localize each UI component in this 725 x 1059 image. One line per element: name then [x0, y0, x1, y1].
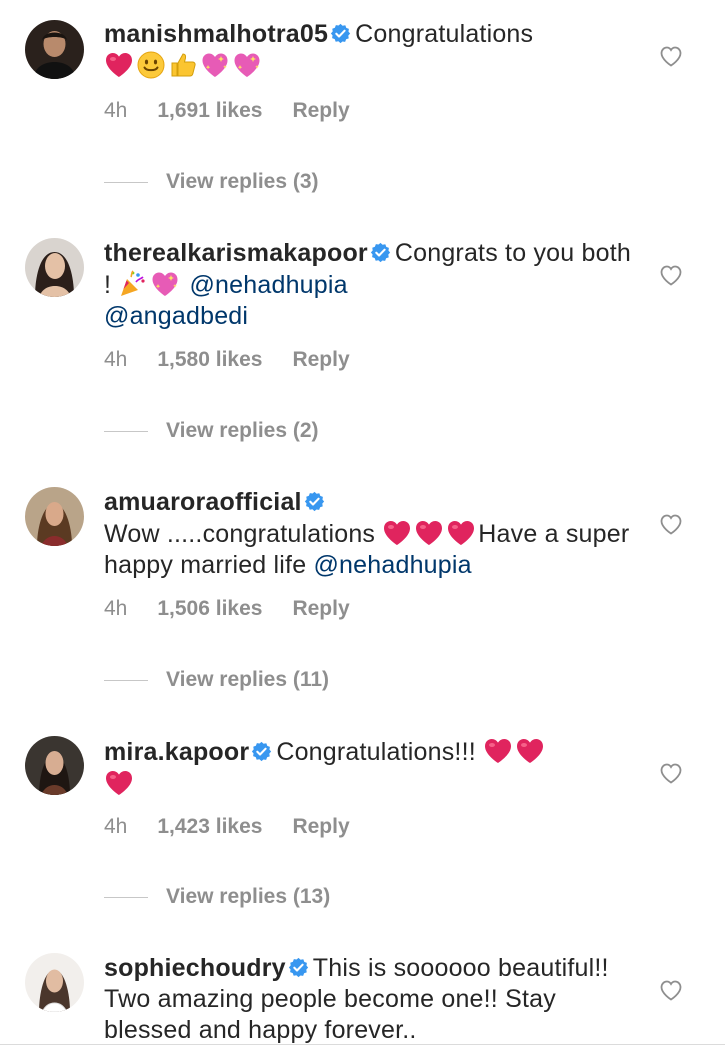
username[interactable]: mira.kapoor: [104, 738, 249, 766]
comment-time: 4h: [104, 597, 128, 620]
red-heart-emoji-icon: [414, 518, 444, 548]
avatar[interactable]: [25, 487, 84, 546]
view-replies-label: View replies (11): [166, 668, 330, 691]
divider-line: [104, 182, 148, 183]
username[interactable]: manishmalhotra05: [104, 20, 328, 48]
avatar[interactable]: [25, 736, 84, 795]
avatar[interactable]: [25, 20, 84, 79]
like-heart-icon[interactable]: [659, 979, 683, 1001]
username[interactable]: sophiechoudry: [104, 954, 286, 982]
comment-time: 4h: [104, 348, 128, 371]
divider-line: [104, 680, 148, 681]
avatar[interactable]: [25, 238, 84, 297]
comment-text: amuaroraofficial Wow .....congratulation…: [104, 487, 634, 581]
likes-count[interactable]: 1,423 likes: [157, 815, 262, 838]
comment-text: sophiechoudry This is soooooo beautiful!!…: [104, 953, 634, 1046]
red-heart-emoji-icon: [446, 518, 476, 548]
red-heart-emoji-icon: [483, 736, 513, 766]
divider-line: [104, 897, 148, 898]
comment-meta: 4h 1,691 likes Reply: [104, 99, 380, 123]
verified-badge-icon: [304, 491, 325, 512]
comment-body: Congratulations: [355, 20, 534, 48]
likes-count[interactable]: 1,580 likes: [157, 348, 262, 371]
party-popper-emoji-icon: [118, 269, 148, 299]
view-replies-label: View replies (2): [166, 419, 319, 442]
red-heart-emoji-icon: [382, 518, 412, 548]
username[interactable]: therealkarismakapoor: [104, 239, 368, 267]
like-heart-icon[interactable]: [659, 762, 683, 784]
thumbs-up-emoji-icon: [168, 50, 198, 80]
like-heart-icon[interactable]: [659, 513, 683, 535]
comment-meta: 4h 1,506 likes Reply: [104, 597, 380, 621]
like-heart-icon[interactable]: [659, 264, 683, 286]
verified-badge-icon: [288, 957, 309, 978]
divider-line: [0, 1044, 725, 1045]
comment-text: therealkarismakapoor Congrats to you both…: [104, 238, 634, 332]
comment-text: mira.kapoor Congratulations!!!: [104, 736, 634, 800]
reply-button[interactable]: Reply: [292, 597, 349, 620]
verified-badge-icon: [251, 741, 272, 762]
sparkling-heart-emoji-icon: [150, 269, 180, 299]
view-replies-label: View replies (13): [166, 885, 331, 908]
sparkling-heart-emoji-icon: [232, 50, 262, 80]
reply-button[interactable]: Reply: [292, 815, 349, 838]
red-heart-emoji-icon: [104, 50, 134, 80]
comment-time: 4h: [104, 815, 128, 838]
comment-body: Congratulations!!!: [276, 738, 476, 766]
red-heart-emoji-icon: [104, 768, 134, 798]
like-heart-icon[interactable]: [659, 45, 683, 67]
divider-line: [104, 431, 148, 432]
smiling-face-emoji-icon: [136, 50, 166, 80]
red-heart-emoji-icon: [515, 736, 545, 766]
verified-badge-icon: [330, 23, 351, 44]
comment-body: Wow .....congratulations: [104, 520, 376, 548]
view-replies-label: View replies (3): [166, 170, 319, 193]
reply-button[interactable]: Reply: [292, 348, 349, 371]
avatar[interactable]: [25, 953, 84, 1012]
mention-link[interactable]: @angadbedi: [104, 302, 248, 330]
comment-meta: 4h 1,423 likes Reply: [104, 815, 380, 839]
mention-link[interactable]: @nehadhupia: [189, 271, 347, 299]
comment-time: 4h: [104, 99, 128, 122]
comment-meta: 4h 1,580 likes Reply: [104, 348, 380, 372]
username[interactable]: amuaroraofficial: [104, 488, 302, 516]
mention-link[interactable]: @nehadhupia: [313, 551, 471, 579]
likes-count[interactable]: 1,691 likes: [157, 99, 262, 122]
sparkling-heart-emoji-icon: [200, 50, 230, 80]
comment-text: manishmalhotra05 Congratulations: [104, 19, 634, 82]
likes-count[interactable]: 1,506 likes: [157, 597, 262, 620]
verified-badge-icon: [370, 242, 391, 263]
reply-button[interactable]: Reply: [292, 99, 349, 122]
